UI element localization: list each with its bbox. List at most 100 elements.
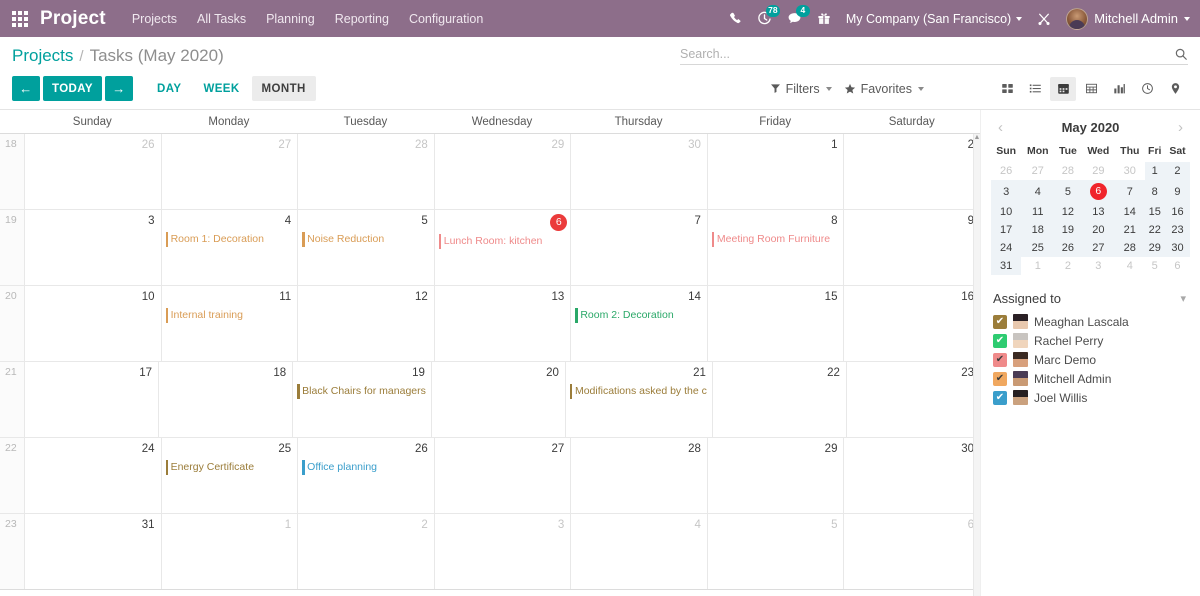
- calendar-day-cell[interactable]: 27: [434, 438, 571, 513]
- mini-calendar-day[interactable]: 2: [1054, 257, 1081, 275]
- mini-calendar-day[interactable]: 23: [1165, 221, 1190, 239]
- calendar-day-cell[interactable]: 26: [24, 134, 161, 209]
- pivot-view-icon[interactable]: [1078, 77, 1104, 101]
- mini-calendar-day[interactable]: 22: [1145, 221, 1165, 239]
- day-number[interactable]: 8: [708, 212, 844, 229]
- calendar-day-cell[interactable]: 30: [843, 438, 980, 513]
- mini-calendar-day[interactable]: 5: [1054, 180, 1081, 203]
- mini-calendar-day[interactable]: 19: [1054, 221, 1081, 239]
- mini-calendar-day[interactable]: 4: [1115, 257, 1144, 275]
- calendar-day-cell[interactable]: 28: [297, 134, 434, 209]
- calendar-event[interactable]: Noise Reduction: [302, 232, 431, 247]
- calendar-day-cell[interactable]: 21Modifications asked by the c: [565, 362, 712, 437]
- calendar-day-cell[interactable]: 22: [712, 362, 846, 437]
- day-number[interactable]: 3: [25, 212, 161, 229]
- menu-item-all-tasks[interactable]: All Tasks: [197, 12, 246, 26]
- day-number[interactable]: 24: [25, 440, 161, 457]
- mini-calendar-day[interactable]: 18: [1021, 221, 1054, 239]
- mini-calendar-day[interactable]: 2: [1165, 162, 1190, 180]
- calendar-day-cell[interactable]: 6Lunch Room: kitchen: [434, 210, 571, 285]
- calendar-day-cell[interactable]: 18: [158, 362, 292, 437]
- app-brand-title[interactable]: Project: [40, 8, 106, 30]
- calendar-day-cell[interactable]: 10: [24, 286, 161, 361]
- apps-launcher-button[interactable]: [0, 0, 40, 37]
- day-number[interactable]: 3: [435, 516, 571, 533]
- day-number[interactable]: 11: [162, 288, 298, 305]
- calendar-day-cell[interactable]: 20: [431, 362, 565, 437]
- assignee-filter-item[interactable]: ✔Joel Willis: [991, 388, 1190, 407]
- day-number[interactable]: 6: [844, 516, 980, 533]
- calendar-event[interactable]: Office planning: [302, 460, 431, 475]
- calendar-day-cell[interactable]: 28: [570, 438, 707, 513]
- calendar-view-icon[interactable]: [1050, 77, 1076, 101]
- mini-calendar-day[interactable]: 30: [1165, 239, 1190, 257]
- week-number[interactable]: 23: [0, 514, 24, 589]
- day-number[interactable]: 9: [844, 212, 980, 229]
- calendar-day-cell[interactable]: 5: [707, 514, 844, 589]
- calendar-day-cell[interactable]: 29: [434, 134, 571, 209]
- calendar-day-cell[interactable]: 13: [434, 286, 571, 361]
- day-number[interactable]: 10: [25, 288, 161, 305]
- day-number[interactable]: 20: [432, 364, 565, 381]
- calendar-event[interactable]: Room 1: Decoration: [166, 232, 295, 247]
- mini-calendar-day[interactable]: 15: [1145, 203, 1165, 221]
- calendar-event[interactable]: Energy Certificate: [166, 460, 295, 475]
- day-number[interactable]: 16: [844, 288, 980, 305]
- list-view-icon[interactable]: [1022, 77, 1048, 101]
- day-number[interactable]: 25: [162, 440, 298, 457]
- calendar-event[interactable]: Black Chairs for managers: [297, 384, 428, 399]
- mini-calendar-day[interactable]: 26: [1054, 239, 1081, 257]
- mini-calendar-day[interactable]: 12: [1054, 203, 1081, 221]
- calendar-day-cell[interactable]: 3: [434, 514, 571, 589]
- week-number[interactable]: 18: [0, 134, 24, 209]
- calendar-day-cell[interactable]: 16: [843, 286, 980, 361]
- day-number[interactable]: 14: [571, 288, 707, 305]
- calendar-day-cell[interactable]: 15: [707, 286, 844, 361]
- menu-item-planning[interactable]: Planning: [266, 12, 315, 26]
- mini-calendar-day[interactable]: 25: [1021, 239, 1054, 257]
- calendar-day-cell[interactable]: 12: [297, 286, 434, 361]
- calendar-day-cell[interactable]: 1: [161, 514, 298, 589]
- calendar-day-cell[interactable]: 23: [846, 362, 980, 437]
- calendar-day-cell[interactable]: 9: [843, 210, 980, 285]
- assignee-checkbox[interactable]: ✔: [993, 353, 1007, 367]
- day-number[interactable]: 29: [435, 136, 571, 153]
- mini-calendar-day[interactable]: 28: [1054, 162, 1081, 180]
- activity-view-icon[interactable]: [1134, 77, 1160, 101]
- calendar-day-cell[interactable]: 7: [570, 210, 707, 285]
- mini-prev-month-button[interactable]: ‹: [995, 120, 1006, 135]
- assignee-checkbox[interactable]: ✔: [993, 372, 1007, 386]
- chevron-down-icon[interactable]: ▾: [1180, 292, 1186, 305]
- calendar-day-cell[interactable]: 24: [24, 438, 161, 513]
- gift-box-icon[interactable]: [817, 12, 831, 26]
- calendar-event[interactable]: Lunch Room: kitchen: [439, 234, 568, 249]
- assignee-filter-item[interactable]: ✔Rachel Perry: [991, 331, 1190, 350]
- calendar-day-cell[interactable]: 3: [24, 210, 161, 285]
- calendar-day-cell[interactable]: 30: [570, 134, 707, 209]
- mini-calendar-day[interactable]: 26: [991, 162, 1021, 180]
- calendar-event[interactable]: Meeting Room Furniture: [712, 232, 841, 247]
- calendar-day-cell[interactable]: 2: [843, 134, 980, 209]
- mini-calendar-day[interactable]: 5: [1145, 257, 1165, 275]
- user-menu[interactable]: Mitchell Admin: [1066, 8, 1190, 30]
- mini-calendar-day[interactable]: 9: [1165, 180, 1190, 203]
- company-selector[interactable]: My Company (San Francisco): [846, 12, 1022, 26]
- mini-calendar-day[interactable]: 11: [1021, 203, 1054, 221]
- search-input[interactable]: [680, 47, 1174, 61]
- assignee-filter-item[interactable]: ✔Mitchell Admin: [991, 369, 1190, 388]
- mini-calendar-day[interactable]: 30: [1115, 162, 1144, 180]
- day-number[interactable]: 26: [25, 136, 161, 153]
- mini-calendar-day[interactable]: 29: [1145, 239, 1165, 257]
- favorites-dropdown[interactable]: Favorites: [844, 82, 936, 96]
- day-number[interactable]: 17: [25, 364, 158, 381]
- assignee-checkbox[interactable]: ✔: [993, 391, 1007, 405]
- calendar-event[interactable]: Room 2: Decoration: [575, 308, 704, 323]
- calendar-event[interactable]: Internal training: [166, 308, 295, 323]
- calendar-day-cell[interactable]: 14 Room 2: Decoration: [570, 286, 707, 361]
- mini-calendar-day[interactable]: 13: [1082, 203, 1116, 221]
- mini-calendar-day[interactable]: 14: [1115, 203, 1144, 221]
- assignee-filter-item[interactable]: ✔Meaghan Lascala: [991, 312, 1190, 331]
- mini-calendar-day[interactable]: 8: [1145, 180, 1165, 203]
- mini-calendar-day[interactable]: 3: [991, 180, 1021, 203]
- day-number[interactable]: 2: [298, 516, 434, 533]
